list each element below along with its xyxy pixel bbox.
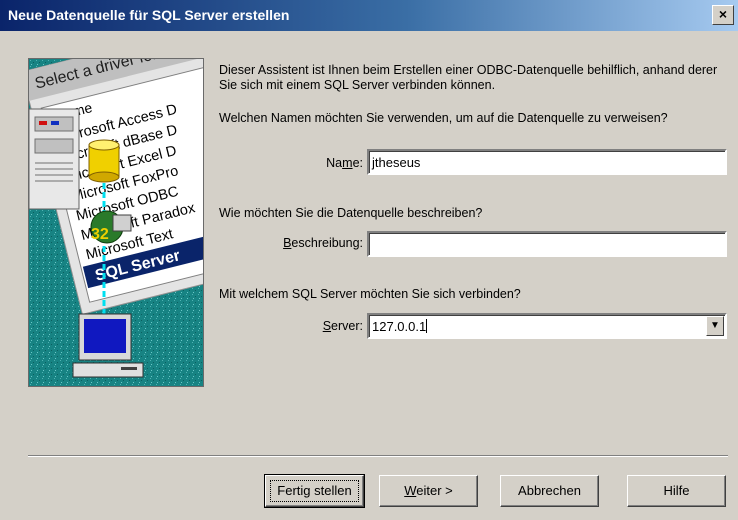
server-label: Server: bbox=[322, 319, 363, 333]
name-question: Welchen Namen möchten Sie verwenden, um … bbox=[219, 111, 668, 125]
wizard-illustration: Select a driver for Name Microsoft Acces… bbox=[28, 58, 204, 387]
title-bar: Neue Datenquelle für SQL Server erstelle… bbox=[0, 0, 738, 31]
name-label: Name: bbox=[326, 156, 363, 170]
description-input[interactable] bbox=[367, 231, 727, 257]
description-question: Wie möchten Sie die Datenquelle beschrei… bbox=[219, 206, 483, 220]
server-dropdown-button[interactable]: ▼ bbox=[706, 316, 724, 336]
database-icon bbox=[88, 139, 120, 183]
badge-32: 32 bbox=[91, 226, 109, 243]
server-icon bbox=[29, 108, 80, 210]
next-button[interactable]: Weiter > bbox=[379, 475, 478, 507]
close-button[interactable]: × bbox=[712, 5, 734, 25]
intro-text: Dieser Assistent ist Ihnen beim Erstelle… bbox=[219, 63, 718, 92]
description-label: Beschreibung: bbox=[283, 236, 363, 250]
name-input[interactable]: jtheseus bbox=[367, 149, 727, 175]
separator bbox=[28, 455, 728, 457]
window-title: Neue Datenquelle für SQL Server erstelle… bbox=[8, 7, 290, 23]
cancel-button[interactable]: Abbrechen bbox=[500, 475, 599, 507]
server-question: Mit welchem SQL Server möchten Sie sich … bbox=[219, 287, 521, 301]
finish-button[interactable]: Fertig stellen bbox=[264, 474, 365, 508]
help-button[interactable]: Hilfe bbox=[627, 475, 726, 507]
chevron-down-icon: ▼ bbox=[710, 320, 720, 331]
close-icon: × bbox=[718, 6, 728, 22]
server-combobox[interactable]: 127.0.0.1 ▼ bbox=[367, 313, 727, 339]
